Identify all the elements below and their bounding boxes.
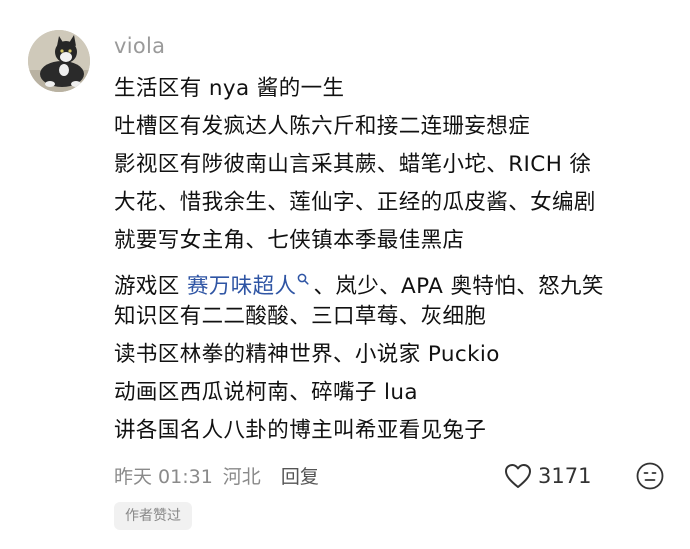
line-prefix: 游戏区: [114, 274, 187, 300]
comment-item: viola 生活区有 nya 酱的一生 吐槽区有发疯达人陈六斤和接二连珊妄想症 …: [0, 0, 690, 549]
comment-line: 大花、惜我余生、莲仙字、正经的瓜皮酱、女编剧: [114, 190, 596, 215]
reply-button[interactable]: 回复: [281, 466, 319, 488]
comment-line: 影视区有陟彼南山言采其蕨、蜡笔小坨、RICH 徐: [114, 152, 592, 177]
like-button[interactable]: 3171: [504, 458, 591, 494]
comment-line: 吐槽区有发疯达人陈六斤和接二连珊妄想症: [114, 114, 531, 139]
comment-line: 动画区西瓜说柯南、碎嘴子 lua: [114, 380, 419, 405]
comment-location: 河北: [222, 466, 261, 488]
author-liked-badge: 作者赞过: [114, 502, 192, 530]
emoji-icon[interactable]: [635, 461, 665, 491]
comment-line: 知识区有二二酸酸、三口草莓、灰细胞: [114, 304, 487, 329]
comment-line: 生活区有 nya 酱的一生: [114, 76, 345, 101]
search-icon[interactable]: [297, 260, 310, 298]
comment-meta: 昨天 01:31 河北 回复: [114, 462, 329, 489]
avatar[interactable]: [28, 30, 90, 92]
cat-avatar-icon: [28, 30, 90, 92]
comment-line: 讲各国名人八卦的博主叫希亚看见兔子: [114, 418, 487, 443]
comment-line: 就要写女主角、七侠镇本季最佳黑店: [114, 228, 465, 253]
comment-time: 昨天 01:31: [114, 466, 213, 488]
comment-footer: 昨天 01:31 河北 回复 3171: [114, 458, 666, 494]
line-suffix: 、岚少、APA 奥特怕、怒九笑: [313, 274, 604, 300]
comment-body: 生活区有 nya 酱的一生 吐槽区有发疯达人陈六斤和接二连珊妄想症 影视区有陟彼…: [114, 70, 674, 450]
comment-line: 游戏区 赛万味超人 、岚少、APA 奥特怕、怒九笑: [114, 260, 674, 300]
like-count: 3171: [538, 464, 592, 488]
search-link[interactable]: 赛万味超人: [187, 274, 297, 299]
heart-icon: [505, 464, 531, 488]
comment-line: 读书区林拳的精神世界、小说家 Puckio: [114, 342, 500, 367]
username[interactable]: viola: [114, 34, 165, 58]
